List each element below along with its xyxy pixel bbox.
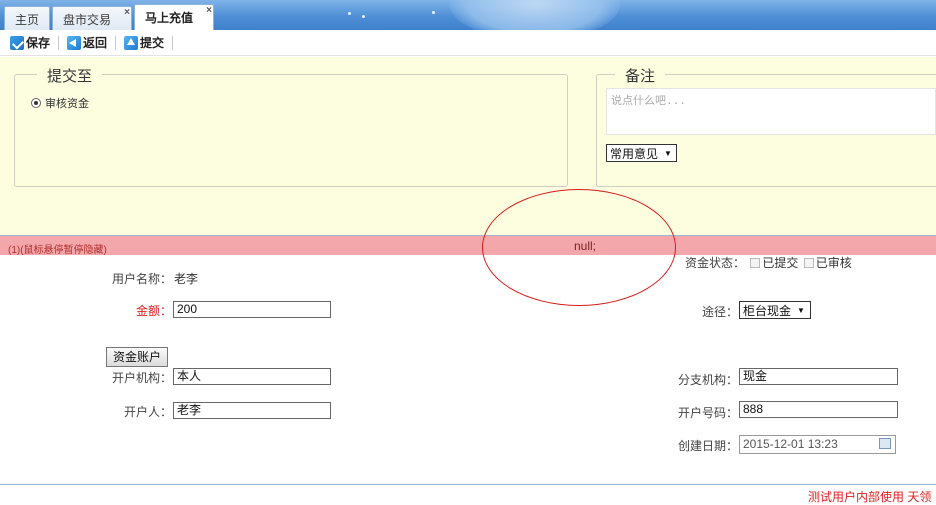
notice-message: null; (574, 239, 597, 253)
account-number-label: 开户号码： (677, 406, 738, 420)
submit-label: 提交 (140, 36, 165, 50)
footer-divider (0, 484, 936, 485)
account-number-input[interactable]: 888 (739, 401, 898, 418)
close-icon[interactable]: × (204, 5, 214, 16)
close-icon[interactable]: × (122, 7, 132, 18)
account-number-value: 888 (743, 402, 764, 416)
remark-legend: 备注 (615, 65, 666, 86)
save-button[interactable]: 保存 (10, 34, 50, 51)
save-label: 保存 (26, 36, 51, 50)
tab-bar: 主页 盘市交易 × 马上充值 × (0, 0, 936, 30)
notice-hint: (1)(鼠标悬停暂停隐藏) (8, 245, 107, 256)
header-sparkle (362, 15, 365, 18)
branch-input[interactable]: 现金 (739, 368, 898, 385)
audit-funds-radio[interactable]: 审核资金 (31, 95, 89, 111)
back-button[interactable]: 返回 (67, 34, 107, 51)
radio-selected-icon[interactable] (31, 98, 41, 108)
created-date-input[interactable]: 2015-12-01 13:23 (739, 435, 896, 454)
footer-notice: 测试用户内部使用 天领 (808, 490, 932, 504)
upload-arrow-icon (124, 35, 139, 50)
remark-placeholder: 说点什么吧... (611, 94, 686, 107)
remark-textarea[interactable]: 说点什么吧... (606, 88, 936, 135)
header-sparkle (432, 11, 435, 14)
toolbar-divider (58, 35, 60, 50)
tab-market-trade[interactable]: 盘市交易 × (52, 6, 132, 30)
channel-label: 途径： (701, 305, 738, 319)
channel-value: 柜台现金 (743, 303, 792, 318)
common-opinion-select[interactable]: 常用意见 ▼ (606, 144, 677, 162)
submit-to-fieldset: 提交至 审核资金 (14, 65, 568, 187)
username-value: 老李 (174, 272, 199, 286)
save-icon (10, 35, 24, 50)
status-audited-label: 已审核 (815, 256, 852, 270)
fund-status-row: 资金状态： 已提交 已审核 (685, 254, 852, 271)
created-date-label: 创建日期： (677, 439, 738, 453)
amount-value: 200 (177, 302, 198, 316)
open-org-input[interactable]: 本人 (173, 368, 331, 385)
toolbar-divider (115, 35, 117, 50)
account-holder-value: 老李 (177, 403, 202, 417)
tab-label: 马上充值 (145, 11, 194, 25)
tab-home[interactable]: 主页 (4, 6, 51, 30)
username-label: 用户名称： (111, 272, 172, 286)
fund-account-label: 资金账户 (113, 350, 162, 364)
amount-input[interactable]: 200 (173, 301, 331, 318)
created-date-value: 2015-12-01 13:23 (743, 437, 838, 451)
notice-bar[interactable]: (1)(鼠标悬停暂停隐藏) null; (0, 235, 936, 256)
amount-label: 金额： (135, 304, 172, 318)
toolbar: 保存 返回 提交 (0, 30, 936, 56)
back-label: 返回 (83, 36, 108, 50)
toolbar-divider (172, 35, 174, 50)
workflow-panel: 提交至 审核资金 备注 (0, 57, 936, 235)
branch-value: 现金 (743, 369, 768, 383)
common-opinion-value: 常用意见 (610, 146, 659, 161)
checkbox-submitted[interactable] (750, 258, 761, 268)
fund-account-button[interactable]: 资金账户 (106, 347, 169, 367)
header-decoration (450, 0, 620, 30)
open-org-value: 本人 (177, 369, 202, 383)
branch-label: 分支机构： (677, 373, 738, 387)
account-holder-input[interactable]: 老李 (173, 402, 331, 419)
dropdown-arrow-icon: ▼ (664, 148, 672, 158)
fund-status-label: 资金状态： (685, 256, 746, 270)
tab-label: 主页 (15, 13, 40, 27)
open-org-label: 开户机构： (111, 371, 172, 385)
header-sparkle (348, 12, 351, 15)
status-submitted-label: 已提交 (762, 256, 799, 270)
submit-button[interactable]: 提交 (124, 34, 164, 51)
channel-select[interactable]: 柜台现金 ▼ (739, 301, 811, 319)
tab-recharge-now[interactable]: 马上充值 × (134, 4, 214, 30)
audit-funds-label: 审核资金 (45, 98, 89, 110)
tab-label: 盘市交易 (63, 13, 112, 27)
checkbox-audited[interactable] (803, 258, 814, 268)
dropdown-arrow-icon: ▼ (797, 305, 805, 315)
calendar-icon[interactable] (879, 438, 891, 449)
submit-to-legend: 提交至 (37, 65, 103, 86)
back-arrow-icon (67, 35, 82, 50)
account-holder-label: 开户人： (123, 405, 172, 419)
